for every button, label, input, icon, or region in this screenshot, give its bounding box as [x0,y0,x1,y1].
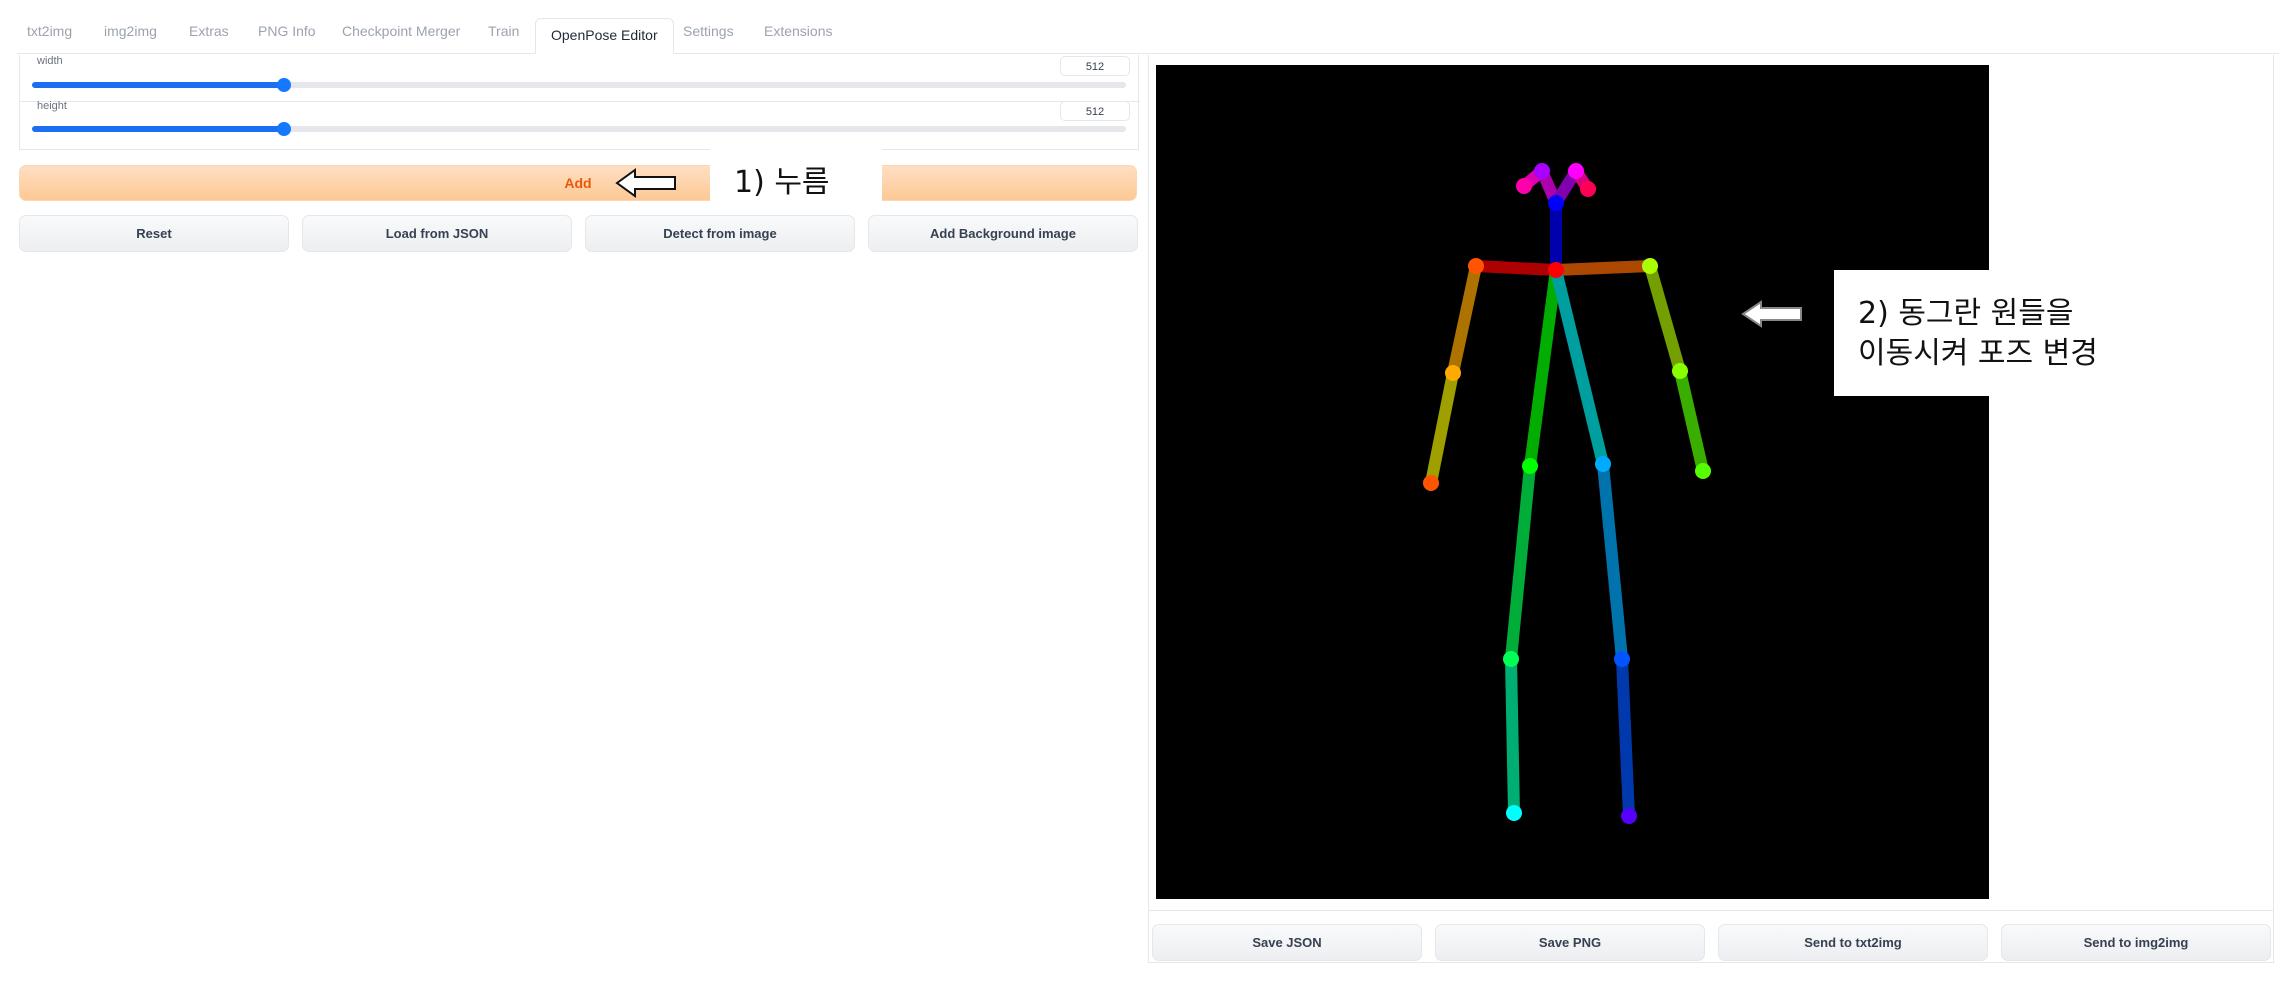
add-background-image-button[interactable]: Add Background image [868,215,1138,252]
output-divider [1149,910,2273,911]
tab-train[interactable]: Train [488,23,519,39]
tab-extras[interactable]: Extras [189,23,229,39]
tab-checkpoint-merger[interactable]: Checkpoint Merger [342,23,460,39]
send-to-txt2img-button[interactable]: Send to txt2img [1718,924,1988,961]
height-slider[interactable] [32,122,1126,136]
width-label: width [37,55,63,67]
tab-bar: txt2img img2img Extras PNG Info Checkpoi… [0,0,2287,55]
width-slider-block: width 512 [20,55,1140,99]
add-button[interactable]: Add [19,165,1137,201]
tab-txt2img[interactable]: txt2img [27,23,72,39]
height-number-input[interactable]: 512 [1060,101,1130,121]
height-slider-handle[interactable] [276,122,291,136]
tab-openpose-editor[interactable]: OpenPose Editor [535,18,674,54]
height-slider-fill [32,126,284,132]
annotation-step2-line2: 이동시켜 포즈 변경 [1858,336,2098,371]
height-label: height [37,100,67,112]
tab-divider [17,53,2279,54]
canvas-size-panel: width 512 height 512 [19,55,1140,150]
left-arrow-icon-2 [1741,300,1802,328]
reset-button[interactable]: Reset [19,215,289,252]
tab-extensions[interactable]: Extensions [764,23,832,39]
pose-skeleton [1423,163,1711,824]
detect-from-image-button[interactable]: Detect from image [585,215,855,252]
width-slider[interactable] [32,78,1126,92]
left-arrow-icon [615,168,676,198]
width-number-input[interactable]: 512 [1060,56,1130,76]
tab-img2img[interactable]: img2img [104,23,157,39]
annotation-step1: 1) 누름 [710,146,882,220]
height-slider-block: height 512 [20,100,1140,144]
width-slider-handle[interactable] [276,78,291,92]
load-from-json-button[interactable]: Load from JSON [302,215,572,252]
save-json-button[interactable]: Save JSON [1152,924,1422,961]
tab-settings[interactable]: Settings [683,23,734,39]
tab-png-info[interactable]: PNG Info [258,23,316,39]
send-to-img2img-button[interactable]: Send to img2img [2001,924,2271,961]
annotation-step2: 2) 동그란 원들을 이동시켜 포즈 변경 [1834,270,2194,396]
annotation-step2-line1: 2) 동그란 원들을 [1858,296,2074,331]
width-slider-fill [32,82,284,88]
pose-canvas[interactable] [1156,65,1989,899]
save-png-button[interactable]: Save PNG [1435,924,1705,961]
